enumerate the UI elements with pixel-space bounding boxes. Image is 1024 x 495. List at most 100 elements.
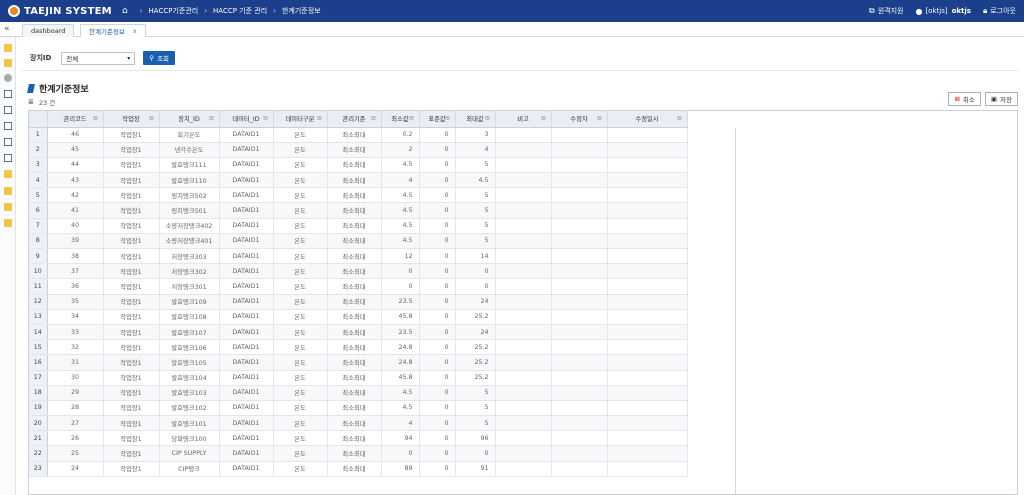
breadcrumb-item[interactable]: HACCP기준관리 — [149, 6, 199, 16]
table-cell[interactable]: 33 — [47, 324, 104, 341]
table-cell[interactable]: 0 — [419, 233, 456, 250]
table-cell[interactable] — [551, 445, 608, 462]
folder-icon[interactable] — [4, 187, 12, 195]
table-cell[interactable]: 4 — [381, 415, 420, 432]
column-header[interactable]: 비고 ≡ — [495, 111, 552, 128]
table-cell[interactable]: 4.5 — [381, 202, 420, 219]
table-cell[interactable]: 온도 — [273, 339, 328, 356]
table-cell[interactable] — [495, 400, 552, 417]
table-cell[interactable]: 24 — [455, 294, 496, 310]
table-cell[interactable]: 4.5 — [381, 157, 420, 174]
column-header[interactable]: 최소값 ≡ — [381, 111, 420, 128]
table-cell[interactable]: 최소최대 — [327, 233, 382, 250]
table-cell[interactable]: 링지탱크502 — [159, 187, 220, 204]
table-cell[interactable]: 0 — [419, 461, 456, 477]
table-cell[interactable]: DATAID1 — [219, 294, 274, 310]
table-cell[interactable]: 온도 — [273, 172, 328, 189]
table-row[interactable]: 19 28 작업장1 발효탱크102 DATAID1 온도 최소최대 4.5 0 5 — [29, 400, 688, 417]
table-cell[interactable]: 발효탱크104 — [159, 370, 220, 386]
table-cell[interactable]: 작업장1 — [103, 202, 160, 219]
table-cell[interactable]: DATAID1 — [219, 339, 274, 356]
table-cell[interactable] — [551, 324, 608, 341]
table-cell[interactable] — [607, 370, 688, 386]
folder-icon[interactable] — [4, 219, 12, 227]
table-cell[interactable] — [551, 354, 608, 371]
table-cell[interactable] — [495, 461, 552, 477]
table-cell[interactable]: 0 — [381, 263, 420, 280]
table-cell[interactable]: 최소최대 — [327, 142, 382, 158]
table-cell[interactable]: 0 — [419, 127, 456, 143]
user-info[interactable]: ● [oktjs] oktjs — [915, 7, 971, 16]
table-cell[interactable]: 24.8 — [381, 354, 420, 371]
table-cell[interactable]: 작업장1 — [103, 248, 160, 265]
table-cell[interactable]: 온도 — [273, 187, 328, 204]
table-cell[interactable]: 34 — [47, 309, 104, 325]
table-cell[interactable] — [495, 309, 552, 325]
table-cell[interactable]: CIP탱크 — [159, 461, 220, 477]
table-row[interactable]: 16 31 작업장1 발효탱크105 DATAID1 온도 최소최대 24.8 0 25.2 — [29, 354, 688, 371]
table-cell[interactable] — [607, 263, 688, 280]
window-icon[interactable] — [4, 106, 12, 114]
breadcrumb-item[interactable]: HACCP 기준 관리 — [213, 6, 267, 16]
column-menu-icon[interactable]: ≡ — [149, 114, 155, 122]
table-cell[interactable] — [551, 248, 608, 265]
table-cell[interactable]: DATAID1 — [219, 324, 274, 341]
table-cell[interactable] — [551, 461, 608, 477]
table-cell[interactable]: 0 — [419, 187, 456, 204]
table-cell[interactable]: 44 — [47, 157, 104, 174]
table-cell[interactable]: 온도 — [273, 400, 328, 417]
table-cell[interactable] — [607, 278, 688, 295]
table-cell[interactable]: 작업장1 — [103, 233, 160, 250]
table-cell[interactable]: 25 — [47, 445, 104, 462]
table-cell[interactable]: 0 — [419, 339, 456, 356]
table-cell[interactable]: 작업장1 — [103, 157, 160, 174]
table-cell[interactable]: 0 — [419, 309, 456, 325]
folder-icon[interactable] — [4, 44, 12, 52]
table-cell[interactable]: 0 — [419, 324, 456, 341]
table-cell[interactable] — [551, 263, 608, 280]
table-cell[interactable]: 5 — [455, 233, 496, 250]
table-cell[interactable]: DATAID1 — [219, 142, 274, 158]
table-cell[interactable]: 0 — [419, 370, 456, 386]
table-row[interactable]: 6 41 작업장1 링지탱크501 DATAID1 온도 최소최대 4.5 0 5 — [29, 202, 688, 219]
table-cell[interactable] — [607, 127, 688, 143]
table-cell[interactable]: 최소최대 — [327, 400, 382, 417]
table-cell[interactable]: DATAID1 — [219, 187, 274, 204]
logout-button[interactable]: 🔒︎ 로그아웃 — [983, 6, 1016, 16]
table-cell[interactable]: 24 — [47, 461, 104, 477]
table-cell[interactable]: 35 — [47, 294, 104, 310]
table-cell[interactable]: 0 — [419, 400, 456, 417]
table-cell[interactable]: 최소최대 — [327, 430, 382, 447]
table-cell[interactable]: 0 — [455, 445, 496, 462]
table-cell[interactable]: 14 — [455, 248, 496, 265]
table-cell[interactable]: 4.5 — [381, 400, 420, 417]
table-cell[interactable]: 온도 — [273, 430, 328, 447]
table-cell[interactable]: 0 — [419, 202, 456, 219]
folder-icon[interactable] — [4, 59, 12, 67]
table-cell[interactable] — [495, 430, 552, 447]
table-cell[interactable]: 4 — [381, 172, 420, 189]
table-cell[interactable] — [551, 278, 608, 295]
table-cell[interactable] — [495, 202, 552, 219]
table-cell[interactable] — [607, 415, 688, 432]
table-cell[interactable]: 0 — [419, 172, 456, 189]
table-cell[interactable] — [607, 157, 688, 174]
column-header[interactable]: 수정자 ≡ — [551, 111, 608, 128]
table-cell[interactable]: 89 — [381, 461, 420, 477]
table-cell[interactable]: 5 — [455, 400, 496, 417]
table-row[interactable]: 15 32 작업장1 발효탱크106 DATAID1 온도 최소최대 24.8 0 25.2 — [29, 339, 688, 356]
table-cell[interactable]: 0 — [419, 445, 456, 462]
table-cell[interactable]: 온도 — [273, 218, 328, 234]
cancel-button[interactable]: ⊠ 취소 — [948, 92, 981, 106]
table-cell[interactable] — [607, 187, 688, 204]
table-cell[interactable]: 46 — [47, 127, 104, 143]
table-cell[interactable]: 5 — [455, 385, 496, 401]
table-cell[interactable]: DATAID1 — [219, 461, 274, 477]
table-cell[interactable] — [607, 218, 688, 234]
table-cell[interactable] — [495, 263, 552, 280]
table-cell[interactable] — [607, 309, 688, 325]
column-menu-icon[interactable]: ≡ — [371, 114, 377, 122]
table-cell[interactable]: 45.8 — [381, 309, 420, 325]
folder-icon[interactable] — [4, 170, 12, 178]
table-cell[interactable]: 발효탱크101 — [159, 415, 220, 432]
